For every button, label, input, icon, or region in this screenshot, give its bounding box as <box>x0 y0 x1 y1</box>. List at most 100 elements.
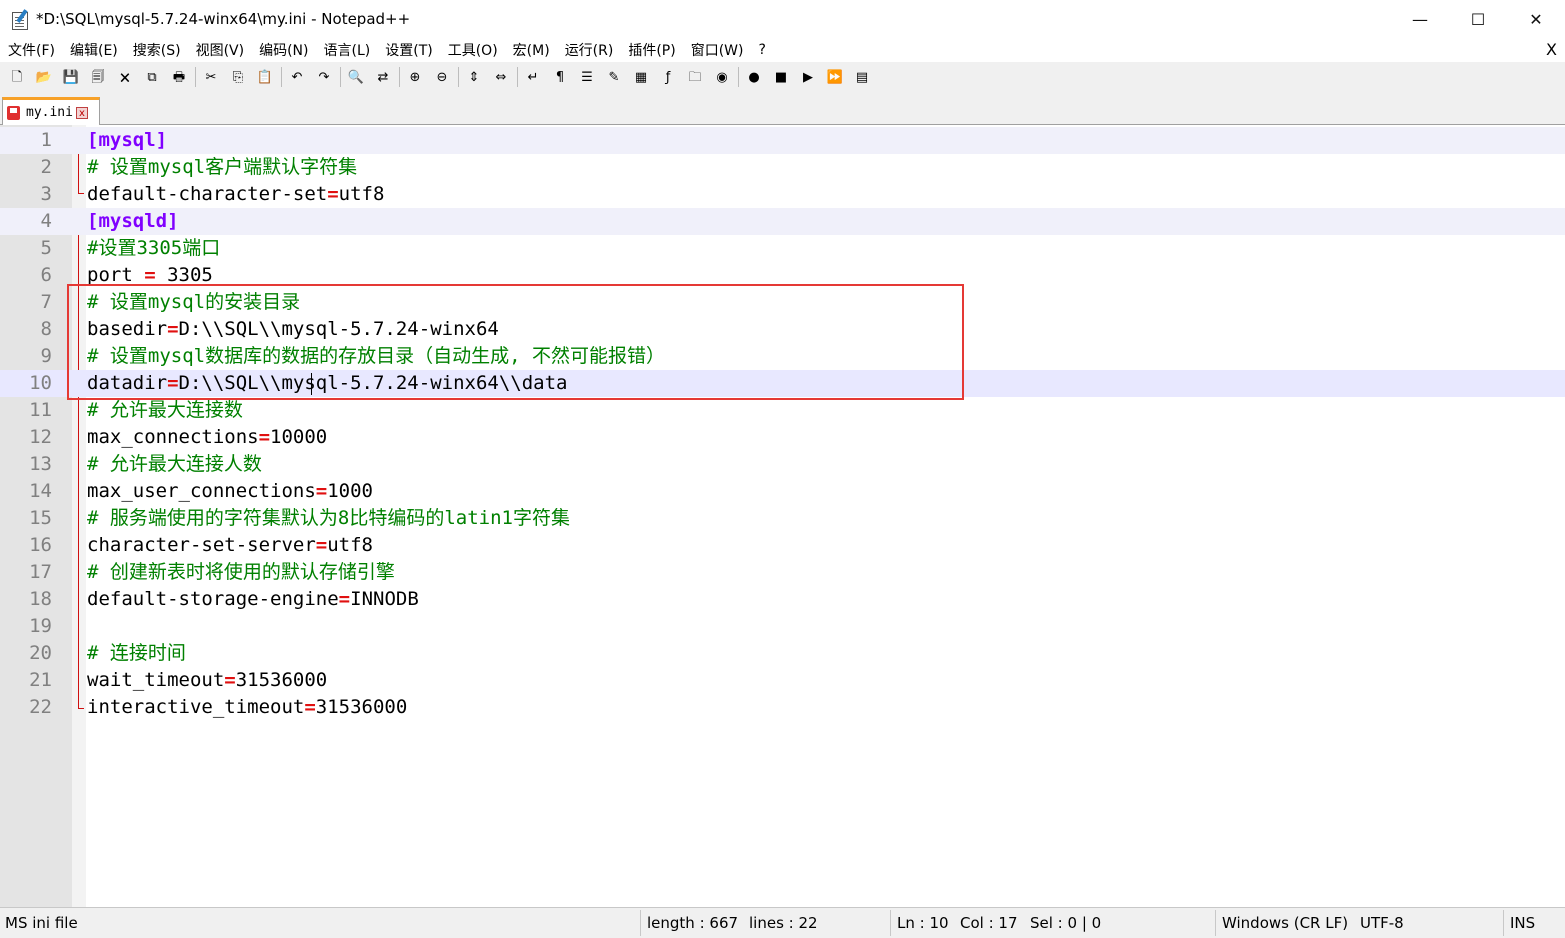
redo-icon[interactable]: ↷ <box>313 66 335 88</box>
code-line[interactable]: 15 # 服务端使用的字符集默认为8比特编码的latin1字符集 <box>0 505 1565 532</box>
monitoring-icon[interactable]: ◉ <box>711 66 733 88</box>
equals-operator: = <box>338 588 351 610</box>
menu-item[interactable]: 窗口(W) <box>683 40 751 60</box>
save-all-icon[interactable]: 🗐 <box>87 66 109 88</box>
code-text: utf8 <box>338 183 385 205</box>
code-line[interactable]: 14 max_user_connections=1000 <box>0 478 1565 505</box>
line-number: 11 <box>29 399 52 421</box>
notepad-plus-plus-app-icon <box>10 9 30 30</box>
line-number: 21 <box>29 669 52 691</box>
code-text: max_user_connections <box>87 480 316 502</box>
maximize-button[interactable]: ☐ <box>1449 0 1507 38</box>
play-macro-icon[interactable]: ▶ <box>797 66 819 88</box>
code-line[interactable]: 20 # 连接时间 <box>0 640 1565 667</box>
code-line[interactable]: 16 character-set-server=utf8 <box>0 532 1565 559</box>
minimize-button[interactable]: — <box>1391 0 1449 38</box>
menu-item[interactable]: 运行(R) <box>557 40 621 60</box>
tab-close-button[interactable]: x <box>75 106 88 119</box>
close-all-icon[interactable]: ⧉ <box>141 66 163 88</box>
status-encoding[interactable]: UTF-8 <box>1360 908 1404 938</box>
tab-my-ini[interactable]: my.ini x <box>2 97 100 125</box>
document-map-icon[interactable]: ▦ <box>630 66 652 88</box>
cut-icon[interactable]: ✂ <box>200 66 222 88</box>
folder-workspace-icon[interactable]: 🗀 <box>684 66 706 88</box>
menu-item[interactable]: 视图(V) <box>188 40 252 60</box>
code-text: 31536000 <box>235 669 328 691</box>
comment-text: # 允许最大连接数 <box>87 399 243 421</box>
menu-item[interactable]: 设置(T) <box>377 40 439 60</box>
close-window-button[interactable]: ✕ <box>1507 0 1565 38</box>
code-lines[interactable]: 1 [mysql] 2 # 设置mysql客户端默认字符集 3 default-chara… <box>0 127 1565 721</box>
user-language-icon[interactable]: ✎ <box>603 66 625 88</box>
comment-text: # 设置mysql客户端默认字符集 <box>87 156 358 178</box>
indent-guide-icon[interactable]: ☰ <box>576 66 598 88</box>
menu-item[interactable]: 搜索(S) <box>125 40 188 60</box>
line-number: 1 <box>40 129 52 151</box>
show-all-chars-icon[interactable]: ¶ <box>549 66 571 88</box>
menu-item[interactable]: 插件(P) <box>620 40 682 60</box>
print-icon[interactable]: 🖶 <box>168 66 190 88</box>
menu-item[interactable]: 编辑(E) <box>62 40 125 60</box>
line-code: max_connections=10000 <box>87 424 327 451</box>
code-line[interactable]: 3 default-character-set=utf8 <box>0 181 1565 208</box>
word-wrap-icon[interactable]: ↵ <box>522 66 544 88</box>
code-line[interactable]: 5 #设置3305端口 <box>0 235 1565 262</box>
sync-horizontal-icon[interactable]: ⇔ <box>490 66 512 88</box>
menu-item[interactable]: ? <box>751 42 773 58</box>
save-status-icon <box>7 105 20 120</box>
line-number: 16 <box>29 534 52 556</box>
toolbar-separator <box>340 67 341 87</box>
record-macro-icon[interactable]: ● <box>743 66 765 88</box>
close-document-button[interactable]: X <box>1546 40 1557 59</box>
comment-text: # 允许最大连接人数 <box>87 453 262 475</box>
code-line[interactable]: 18 default-storage-engine=INNODB <box>0 586 1565 613</box>
code-line[interactable]: 22 interactive_timeout=31536000 <box>0 694 1565 721</box>
editor-area[interactable]: − − 1[mysql]2# 设置mysql客户端默认字符集3default-c… <box>0 125 1565 907</box>
open-file-icon[interactable]: 📂 <box>33 66 55 88</box>
close-icon[interactable]: 🗙 <box>114 66 136 88</box>
code-line[interactable]: 21 wait_timeout=31536000 <box>0 667 1565 694</box>
line-number: 14 <box>29 480 52 502</box>
menu-item[interactable]: 语言(L) <box>316 40 378 60</box>
menu-item[interactable]: 文件(F) <box>0 40 62 60</box>
code-line[interactable]: 19 <box>0 613 1565 640</box>
toolbar: 🗋 📂 💾 🗐 🗙 ⧉ 🖶 ✂ ⎘ 📋 ↶ ↷ 🔍 ⇄ ⊕ ⊖ ⇕ ⇔ ↵ ¶ ☰ ✎ ▦ ƒ 🗀 ◉ ● ■ ▶ ⏩ ▤ <box>0 62 1565 92</box>
undo-icon[interactable]: ↶ <box>286 66 308 88</box>
line-code: [mysql] <box>87 127 167 154</box>
copy-icon[interactable]: ⎘ <box>227 66 249 88</box>
line-code: # 创建新表时将使用的默认存储引擎 <box>87 559 395 586</box>
status-eol[interactable]: Windows (CR LF) <box>1222 908 1348 938</box>
find-icon[interactable]: 🔍 <box>345 66 367 88</box>
zoom-in-icon[interactable]: ⊕ <box>404 66 426 88</box>
replace-icon[interactable]: ⇄ <box>372 66 394 88</box>
menu-item[interactable]: 宏(M) <box>505 40 557 60</box>
zoom-out-icon[interactable]: ⊖ <box>431 66 453 88</box>
code-line[interactable]: 1 [mysql] <box>0 127 1565 154</box>
menu-item[interactable]: 编码(N) <box>251 40 315 60</box>
line-code: default-storage-engine=INNODB <box>87 586 419 613</box>
equals-operator: = <box>315 534 328 556</box>
code-line[interactable]: 12 max_connections=10000 <box>0 424 1565 451</box>
title-bar: *D:\SQL\mysql-5.7.24-winx64\my.ini - Not… <box>0 0 1565 38</box>
code-line[interactable]: 11 # 允许最大连接数 <box>0 397 1565 424</box>
menu-item[interactable]: 工具(O) <box>440 40 505 60</box>
sync-vertical-icon[interactable]: ⇕ <box>463 66 485 88</box>
toolbar-separator <box>458 67 459 87</box>
run-macro-multiple-icon[interactable]: ⏩ <box>824 66 846 88</box>
paste-icon[interactable]: 📋 <box>254 66 276 88</box>
code-line[interactable]: 17 # 创建新表时将使用的默认存储引擎 <box>0 559 1565 586</box>
save-icon[interactable]: 💾 <box>60 66 82 88</box>
function-list-icon[interactable]: ƒ <box>657 66 679 88</box>
line-number: 12 <box>29 426 52 448</box>
line-code: default-character-set=utf8 <box>87 181 384 208</box>
new-file-icon[interactable]: 🗋 <box>6 66 28 88</box>
status-insert-mode[interactable]: INS <box>1510 908 1535 938</box>
code-text: port <box>87 264 145 286</box>
code-line[interactable]: 13 # 允许最大连接人数 <box>0 451 1565 478</box>
code-line[interactable]: 2 # 设置mysql客户端默认字符集 <box>0 154 1565 181</box>
code-text: default-character-set <box>87 183 328 205</box>
code-line[interactable]: 4 [mysqld] <box>0 208 1565 235</box>
save-macro-icon[interactable]: ▤ <box>851 66 873 88</box>
code-text: utf8 <box>327 534 373 556</box>
stop-macro-icon[interactable]: ■ <box>770 66 792 88</box>
